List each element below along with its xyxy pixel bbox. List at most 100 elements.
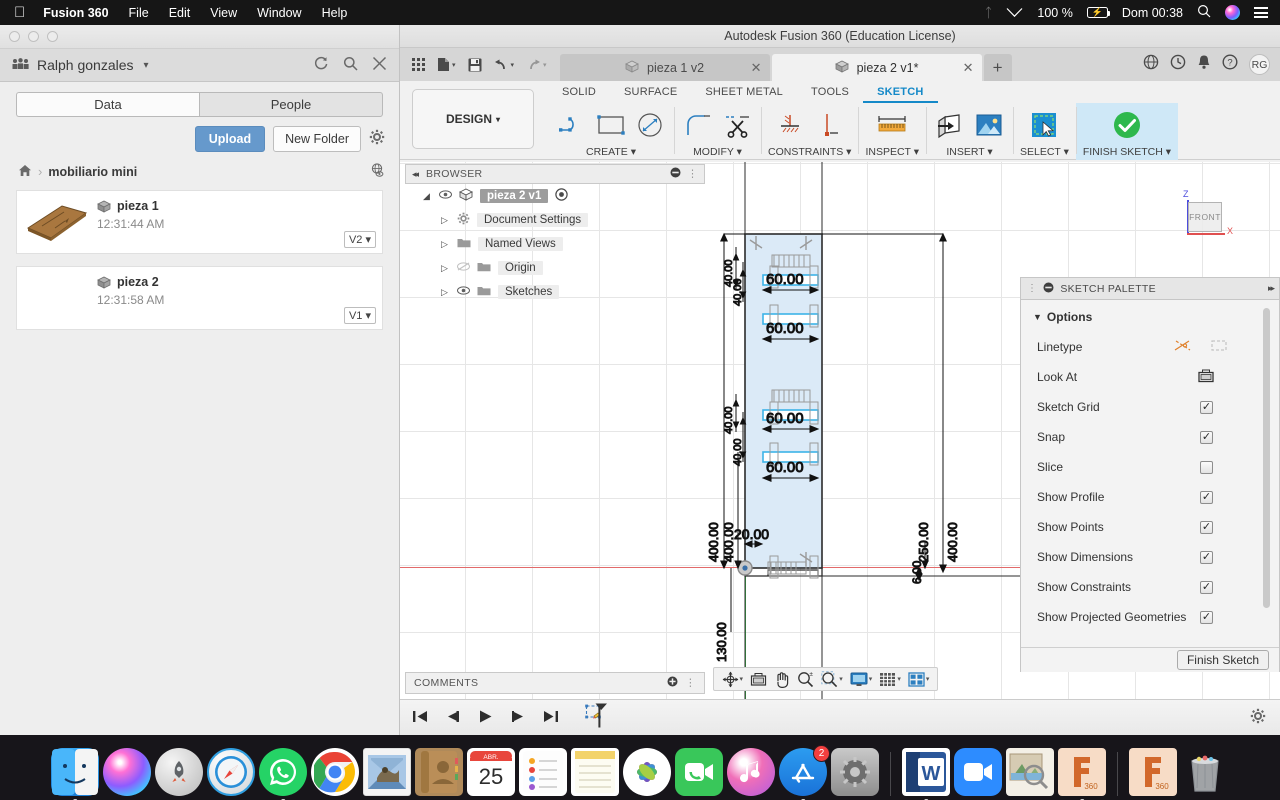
version-badge[interactable]: V1 ▾ <box>344 307 376 324</box>
dock-item-siri[interactable] <box>103 748 151 796</box>
new-file-icon[interactable]: ▾ <box>432 57 461 72</box>
globe-icon[interactable] <box>1143 54 1159 75</box>
tree-expand-icon[interactable]: ▷ <box>441 215 450 226</box>
tree-expand-icon[interactable]: ▷ <box>441 239 450 250</box>
dock-item-preview[interactable] <box>1006 748 1054 796</box>
menu-item-window[interactable]: Window <box>257 6 301 20</box>
maximize-window-button[interactable] <box>47 31 58 42</box>
eye-off-icon[interactable] <box>457 262 470 274</box>
look-at-icon[interactable] <box>1197 368 1215 387</box>
fillet-icon[interactable] <box>681 109 715 141</box>
view-cube[interactable]: Z X FRONT <box>1178 192 1224 238</box>
grip-icon[interactable]: ⋮ <box>685 677 696 689</box>
close-icon[interactable] <box>372 56 387 75</box>
dock-item-finder[interactable] <box>51 748 99 796</box>
menu-item-help[interactable]: Help <box>322 6 348 20</box>
minimize-window-button[interactable] <box>28 31 39 42</box>
refresh-icon[interactable] <box>313 55 329 75</box>
undo-icon[interactable]: ▾ <box>489 58 520 71</box>
look-at-icon[interactable] <box>750 672 767 687</box>
orbit-icon[interactable]: ▾ <box>722 671 744 688</box>
dock-item-zoom[interactable] <box>954 748 1002 796</box>
options-section-header[interactable]: ▼ Options <box>1021 300 1279 332</box>
save-icon[interactable] <box>463 58 487 72</box>
search-icon[interactable] <box>343 56 358 75</box>
measure-ruler-icon[interactable] <box>875 109 909 141</box>
dock-item-app-store[interactable]: 2 <box>779 748 827 796</box>
view-cube-front-face[interactable]: FRONT <box>1188 202 1222 232</box>
palette-scrollbar[interactable] <box>1263 308 1270 608</box>
go-to-end-icon[interactable] <box>542 709 559 727</box>
trim-scissors-icon[interactable] <box>720 109 754 141</box>
menu-app-name[interactable]: Fusion 360 <box>43 6 108 20</box>
step-forward-icon[interactable] <box>509 709 526 727</box>
dock-item-itunes[interactable] <box>727 748 775 796</box>
browser-header[interactable]: ◂◂ BROWSER ⋮ <box>405 164 705 184</box>
comments-panel[interactable]: COMMENTS ⋮ <box>405 672 705 694</box>
timeline-settings-gear-icon[interactable] <box>1250 708 1266 728</box>
show-constraints-checkbox[interactable]: ✓ <box>1200 581 1213 594</box>
arc-icon[interactable] <box>555 109 589 141</box>
eye-icon[interactable] <box>457 286 470 298</box>
ribbon-tab-sketch[interactable]: SKETCH <box>863 81 937 103</box>
document-tab-pieza-2[interactable]: pieza 2 v1* ✕ <box>772 54 982 81</box>
account-name-label[interactable]: Ralph gonzales <box>37 57 134 73</box>
notification-bell-icon[interactable] <box>1197 54 1211 75</box>
show-projected-geometries-checkbox[interactable]: ✓ <box>1200 611 1213 624</box>
sketch-canvas[interactable]: 400.00 400.00 130.00 40.00 40.00 40.00 4… <box>400 162 1280 699</box>
ribbon-tab-surface[interactable]: SURFACE <box>610 81 691 103</box>
snap-checkbox[interactable]: ✓ <box>1200 431 1213 444</box>
centerline-icon[interactable] <box>1210 338 1229 356</box>
gear-icon[interactable] <box>369 129 385 150</box>
grip-icon[interactable]: ⋮ <box>1027 283 1037 294</box>
dock-item-facetime[interactable] <box>675 748 723 796</box>
zoom-icon[interactable]: ± <box>797 671 814 688</box>
ribbon-tab-solid[interactable]: SOLID <box>548 81 610 103</box>
insert-image-icon[interactable] <box>972 109 1006 141</box>
dock-item-contacts[interactable] <box>415 748 463 796</box>
workspace-switcher[interactable]: DESIGN▾ <box>412 89 534 149</box>
menu-item-file[interactable]: File <box>129 6 149 20</box>
menu-item-edit[interactable]: Edit <box>169 6 191 20</box>
avatar[interactable]: RG <box>1249 54 1270 75</box>
dock-item-safari[interactable] <box>207 748 255 796</box>
dock-item-system-preferences[interactable] <box>831 748 879 796</box>
horizontal-vertical-constraint-icon[interactable] <box>773 109 807 141</box>
expand-right-icon[interactable]: ▸▸ <box>1268 283 1273 294</box>
minimize-icon[interactable] <box>670 167 681 181</box>
grid-apps-icon[interactable] <box>407 58 430 71</box>
collapse-left-icon[interactable]: ◂◂ <box>412 169 417 180</box>
apple-icon[interactable]:  <box>14 5 25 20</box>
dock-item-reminders[interactable] <box>519 748 567 796</box>
new-folder-button[interactable]: New Folder <box>273 126 361 152</box>
siri-icon[interactable] <box>1225 5 1240 20</box>
green-check-icon[interactable] <box>1110 109 1144 141</box>
radio-icon[interactable] <box>555 188 568 204</box>
dock-item-fusion-360-second[interactable]: 360 <box>1129 748 1177 796</box>
play-icon[interactable] <box>478 709 493 727</box>
new-document-tab-button[interactable]: + <box>984 54 1012 81</box>
dock-item-word[interactable]: W <box>902 748 950 796</box>
construction-line-icon[interactable] <box>1173 338 1192 356</box>
version-badge[interactable]: V2 ▾ <box>344 231 376 248</box>
tree-node-named-views[interactable]: ▷ Named Views <box>405 232 705 256</box>
wifi-icon[interactable] <box>1006 5 1023 20</box>
dock-item-fusion-360[interactable]: 360 <box>1058 748 1106 796</box>
insert-derive-icon[interactable] <box>933 109 967 141</box>
chevron-down-icon[interactable]: ▾ <box>144 60 149 71</box>
sketch-feature-icon[interactable] <box>585 702 615 733</box>
slice-checkbox[interactable]: ✓ <box>1200 461 1213 474</box>
battery-charging-icon[interactable]: ⚡ <box>1087 7 1108 18</box>
globe-eye-icon[interactable] <box>370 163 385 180</box>
grip-icon[interactable]: ⋮ <box>687 168 698 180</box>
select-window-icon[interactable] <box>1027 109 1061 141</box>
spotlight-search-icon[interactable] <box>1197 4 1211 21</box>
dock-item-trash[interactable] <box>1181 748 1229 796</box>
eye-icon[interactable] <box>439 190 452 202</box>
sketch-grid-checkbox[interactable]: ✓ <box>1200 401 1213 414</box>
minimize-icon[interactable] <box>1043 282 1054 296</box>
show-points-checkbox[interactable]: ✓ <box>1200 521 1213 534</box>
dock-item-launchpad[interactable] <box>155 748 203 796</box>
close-window-button[interactable] <box>9 31 20 42</box>
sketch-palette-header[interactable]: ⋮ SKETCH PALETTE ▸▸ <box>1021 278 1279 300</box>
